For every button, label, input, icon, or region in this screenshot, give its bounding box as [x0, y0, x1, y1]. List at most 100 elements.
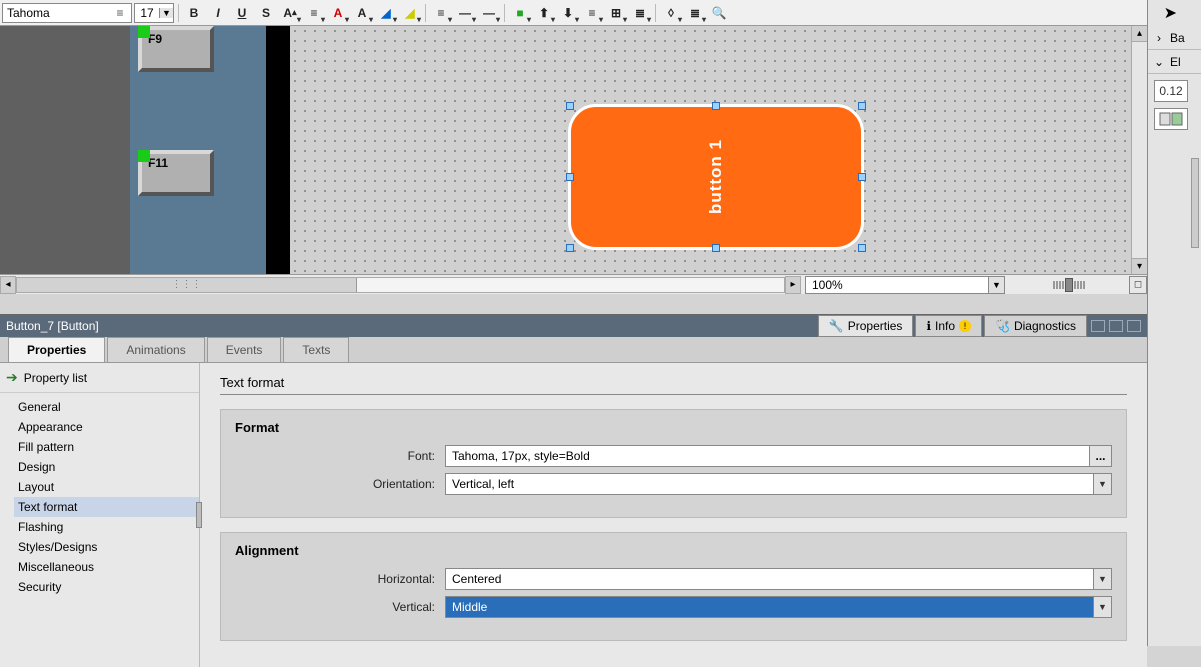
resize-handle[interactable] [712, 102, 720, 110]
underline-button[interactable]: U [231, 3, 253, 23]
nav-item-general[interactable]: General [14, 397, 199, 417]
nav-item-flashing[interactable]: Flashing [14, 517, 199, 537]
layer-button[interactable]: ■ [509, 3, 531, 23]
zoom-slider-knob[interactable] [1065, 278, 1073, 292]
config-marker-icon [138, 26, 150, 38]
selected-button-object[interactable]: button 1 [568, 104, 864, 250]
pointer-tool-icon[interactable]: ➤ [1164, 3, 1177, 23]
editor-vertical-scrollbar[interactable]: ▴ ▾ [1131, 26, 1147, 274]
italic-button[interactable]: I [207, 3, 229, 23]
resize-handle[interactable] [858, 173, 866, 181]
section-label: Ba [1170, 31, 1185, 45]
tab-info[interactable]: ℹ Info ! [915, 315, 982, 337]
group-title: Alignment [235, 543, 1112, 568]
element-switch-icon[interactable] [1154, 108, 1188, 130]
bold-button[interactable]: B [183, 3, 205, 23]
subtab-texts[interactable]: Texts [283, 337, 349, 362]
config-marker-icon [138, 150, 150, 162]
nav-item-fill-pattern[interactable]: Fill pattern [14, 437, 199, 457]
strike-button[interactable]: S [255, 3, 277, 23]
list-icon: ➔ [6, 369, 18, 386]
subtab-events[interactable]: Events [207, 337, 282, 362]
softkey-f11[interactable]: F11 [138, 150, 214, 196]
line-style-button[interactable]: ≡ [430, 3, 452, 23]
scroll-down-icon[interactable]: ▾ [1132, 258, 1147, 274]
fill-color-button[interactable]: ◢ [375, 3, 397, 23]
nav-item-text-format[interactable]: Text format [14, 497, 199, 517]
scroll-thumb[interactable]: ⋮⋮⋮ [17, 278, 357, 292]
group-alignment: Alignment Horizontal: Centered ▼ Vertica… [220, 532, 1127, 641]
scroll-right-icon[interactable]: ▸ [785, 276, 801, 294]
horizontal-select[interactable]: Centered ▼ [445, 568, 1112, 590]
field-label: Orientation: [235, 477, 445, 491]
inspector-sub-tabs: Properties Animations Events Texts [0, 337, 1147, 363]
resize-handle[interactable] [712, 244, 720, 252]
flip-button[interactable]: ≣ [684, 3, 706, 23]
resize-handle[interactable] [858, 102, 866, 110]
nav-item-miscellaneous[interactable]: Miscellaneous [14, 557, 199, 577]
property-nav-header[interactable]: ➔ Property list [0, 363, 199, 393]
subtab-animations[interactable]: Animations [107, 337, 204, 362]
field-label: Vertical: [235, 600, 445, 614]
font-input[interactable]: Tahoma, 17px, style=Bold ... [445, 445, 1112, 467]
zoom-fit-button[interactable]: ◻ [1129, 276, 1147, 294]
font-grow-button[interactable]: A▴ [279, 3, 301, 23]
zoom-button[interactable]: 🔍 [708, 3, 730, 23]
scroll-left-icon[interactable]: ◂ [0, 276, 16, 294]
nav-item-security[interactable]: Security [14, 577, 199, 597]
nav-item-design[interactable]: Design [14, 457, 199, 477]
dropdown-icon: ≡ [113, 6, 127, 20]
dropdown-icon: ▼ [1093, 569, 1111, 589]
align-button[interactable]: ≡ [303, 3, 325, 23]
line-weight-button[interactable]: — [454, 3, 476, 23]
nav-item-styles-designs[interactable]: Styles/Designs [14, 537, 199, 557]
property-nav-title: Property list [24, 371, 87, 385]
softkey-label: F9 [148, 32, 162, 46]
dropdown-icon: ▼ [1093, 474, 1111, 494]
align-horiz-button[interactable]: ≡ [581, 3, 603, 23]
orientation-select[interactable]: Vertical, left ▼ [445, 473, 1112, 495]
distribute-button[interactable]: ≣ [629, 3, 651, 23]
resize-handle[interactable] [858, 244, 866, 252]
diagnostics-icon: 🩺 [995, 319, 1010, 333]
zoom-slider[interactable] [1009, 276, 1129, 294]
nav-item-appearance[interactable]: Appearance [14, 417, 199, 437]
panel-scrollbar[interactable] [1191, 158, 1199, 248]
font-color-button[interactable]: A [327, 3, 349, 23]
tab-label: Info [935, 319, 955, 333]
zoom-combo[interactable]: 100% ▼ [805, 276, 1005, 294]
softkey-f9[interactable]: F9 [138, 26, 214, 72]
element-iofield-icon[interactable]: 0.12 [1154, 80, 1188, 102]
design-surface[interactable]: button 1 [290, 26, 1147, 274]
resize-handle[interactable] [566, 173, 574, 181]
send-back-button[interactable]: ⬇ [557, 3, 579, 23]
scroll-up-icon[interactable]: ▴ [1132, 26, 1147, 42]
editor-horizontal-scrollbar[interactable]: ◂ ⋮⋮⋮ ▸ [0, 276, 801, 294]
panel-section-basic[interactable]: › Ba [1148, 26, 1201, 50]
pane-minimize-button[interactable] [1127, 320, 1141, 332]
bring-front-button[interactable]: ⬆ [533, 3, 555, 23]
nav-splitter[interactable] [194, 363, 204, 667]
highlight-button[interactable]: ◢ [399, 3, 421, 23]
browse-button-icon[interactable]: ... [1089, 446, 1111, 466]
field-vertical: Vertical: Middle ▼ [235, 596, 1112, 618]
section-label: El [1170, 55, 1181, 69]
scroll-track[interactable]: ⋮⋮⋮ [16, 277, 785, 293]
subtab-properties[interactable]: Properties [8, 337, 105, 362]
pane-layout-button[interactable] [1091, 320, 1105, 332]
vertical-select[interactable]: Middle ▼ [445, 596, 1112, 618]
resize-handle[interactable] [566, 102, 574, 110]
font-size-combo[interactable]: 17 ▼ [134, 3, 174, 23]
panel-section-elements[interactable]: ⌄ El [1148, 50, 1201, 74]
pane-layout-button[interactable] [1109, 320, 1123, 332]
font-outline-button[interactable]: A [351, 3, 373, 23]
tab-properties[interactable]: 🔧 Properties [818, 315, 914, 337]
rotate-button[interactable]: ◊ [660, 3, 682, 23]
tab-diagnostics[interactable]: 🩺 Diagnostics [984, 315, 1087, 337]
nav-item-layout[interactable]: Layout [14, 477, 199, 497]
resize-handle[interactable] [566, 244, 574, 252]
field-label: Font: [235, 449, 445, 463]
font-name-combo[interactable]: Tahoma ≡ [2, 3, 132, 23]
align-vert-button[interactable]: ⊞ [605, 3, 627, 23]
line-end-button[interactable]: — [478, 3, 500, 23]
